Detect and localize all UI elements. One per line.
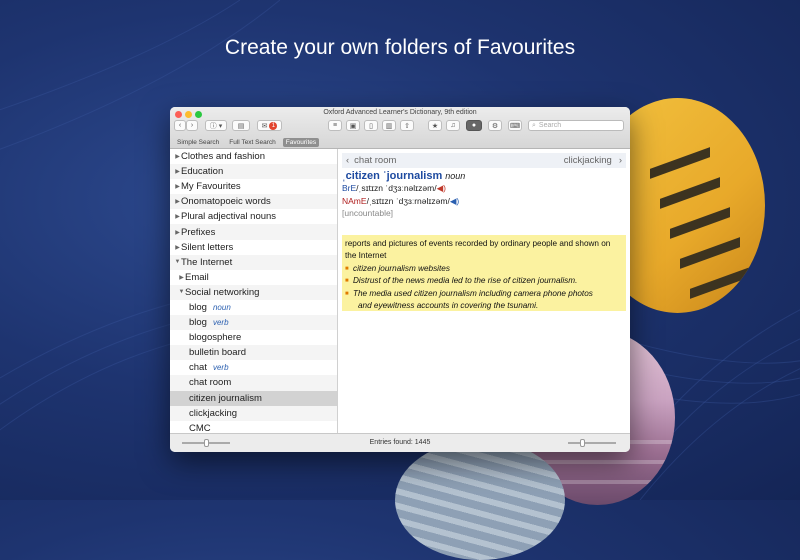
speaker-icon[interactable]: ◀)	[450, 196, 459, 206]
info-menu-button[interactable]: ⓘ ▾	[205, 120, 227, 131]
search-icon: ⌕	[532, 121, 536, 129]
folder-silent-letters[interactable]: ▶ Silent letters	[170, 240, 337, 255]
folder-education[interactable]: ▶ Education	[170, 164, 337, 180]
chevron-right-icon: ›	[618, 155, 622, 166]
list-item-selected[interactable]: citizen journalism	[170, 390, 337, 406]
search-field[interactable]: ⌕ Search	[528, 120, 624, 131]
list-item[interactable]: CMC	[170, 421, 337, 434]
folder-plural-adjectival-nouns[interactable]: ▶ Plural adjectival nouns	[170, 209, 337, 224]
list-item[interactable]: clickjacking	[170, 405, 337, 421]
forward-button[interactable]: ›	[186, 120, 198, 131]
mail-button[interactable]: ✉ 1	[257, 120, 282, 131]
stone-photo-circle	[395, 440, 565, 560]
keyboard-icon: ⌨	[509, 122, 521, 130]
disclosure-right-icon[interactable]: ▶	[178, 274, 185, 281]
part-of-speech: noun	[445, 171, 466, 181]
record-button[interactable]: ●	[466, 120, 482, 131]
pronunciation-name: NAmE/ˌsɪtɪzn ˈdʒɜːrnəlɪzəm/◀)	[342, 196, 460, 206]
disclosure-right-icon[interactable]: ▶	[174, 198, 181, 205]
columns-icon: ▤	[237, 122, 245, 130]
grammar-label: [uncountable]	[342, 208, 394, 218]
favourite-button[interactable]: ★	[428, 120, 442, 131]
definition-text: reports and pictures of events recorded …	[345, 239, 611, 261]
example-1: citizen journalism websites	[345, 263, 623, 276]
picture-button[interactable]: ▣	[346, 120, 360, 131]
tab-full-text-search[interactable]: Full Text Search	[226, 138, 278, 147]
folder-onomatopoeic-words[interactable]: ▶ Onomatopoeic words	[170, 194, 337, 210]
disclosure-right-icon[interactable]: ▶	[174, 229, 181, 236]
search-placeholder: Search	[538, 122, 562, 129]
tab-favourites[interactable]: Favourites	[282, 138, 320, 147]
list-button[interactable]: ≡	[328, 120, 342, 131]
example-3: The media used citizen journalism includ…	[345, 288, 623, 301]
star-icon: ★	[431, 122, 439, 130]
disclosure-down-icon[interactable]: ▼	[178, 289, 185, 295]
speaker-icon[interactable]: ◀)	[437, 183, 446, 193]
view-toggle-button[interactable]: ▤	[232, 120, 250, 131]
right-font-slider[interactable]	[568, 442, 616, 444]
list-icon: ≡	[332, 122, 338, 129]
disclosure-down-icon[interactable]: ▼	[174, 259, 181, 265]
folder-my-favourites[interactable]: ▶ My Favourites	[170, 179, 337, 194]
folder-prefixes[interactable]: ▶ Prefixes	[170, 224, 337, 240]
example-3-continued: and eyewitness accounts in covering the …	[358, 301, 539, 311]
list-item[interactable]: blogosphere	[170, 330, 337, 345]
app-window: Oxford Advanced Learner's Dictionary, 9t…	[170, 107, 630, 452]
keyboard-button[interactable]: ⌨	[508, 120, 522, 131]
disclosure-right-icon[interactable]: ▶	[174, 213, 181, 220]
trash-icon: ▥	[385, 122, 393, 130]
document-button[interactable]: ▯	[364, 120, 378, 131]
chevron-left-icon: ‹	[178, 122, 182, 129]
info-icon: ⓘ ▾	[209, 122, 223, 130]
notification-badge: 1	[269, 121, 278, 130]
next-entry-link[interactable]: clickjacking ›	[564, 155, 622, 166]
list-item[interactable]: chat room	[170, 375, 337, 391]
definition-box: reports and pictures of events recorded …	[342, 235, 626, 311]
entry-panel: ‹ chat room clickjacking › ˌcitizen ˈjourn…	[338, 149, 630, 434]
circle-icon: ●	[471, 122, 477, 129]
share-button[interactable]: ⇧	[400, 120, 414, 131]
share-icon: ⇧	[404, 122, 410, 130]
example-2: Distrust of the news media led to the ri…	[345, 275, 623, 288]
headphones-icon: ♫	[450, 122, 456, 129]
folder-social-networking[interactable]: ▼ Social networking	[170, 284, 337, 300]
list-item[interactable]: blog noun	[170, 300, 337, 315]
delete-button[interactable]: ▥	[382, 120, 396, 131]
list-item[interactable]: chat verb	[170, 360, 337, 375]
headword: ˌcitizen ˈjournalism noun	[342, 170, 466, 182]
disclosure-right-icon[interactable]: ▶	[174, 168, 181, 175]
entry-navigation: ‹ chat room clickjacking ›	[342, 153, 626, 168]
favourites-sidebar: ▶ Clothes and fashion ▶ Education ▶ My Favo…	[170, 149, 338, 434]
disclosure-right-icon[interactable]: ▶	[174, 153, 181, 160]
folder-clothes-and-fashion[interactable]: ▶ Clothes and fashion	[170, 149, 337, 164]
list-item[interactable]: blog verb	[170, 315, 337, 331]
toolbar: Oxford Advanced Learner's Dictionary, 9t…	[170, 107, 630, 149]
settings-button[interactable]: ⚙	[488, 120, 502, 131]
entries-count: Entries found: 1445	[369, 439, 431, 446]
list-item[interactable]: bulletin board	[170, 345, 337, 361]
search-tabs: Simple Search Full Text Search Favourite…	[174, 138, 320, 147]
chevron-left-icon: ‹	[346, 155, 350, 166]
gear-icon: ⚙	[491, 122, 499, 130]
window-title: Oxford Advanced Learner's Dictionary, 9t…	[323, 109, 477, 116]
mail-icon: ✉	[261, 122, 268, 130]
headline: Create your own folders of Favourites	[224, 36, 576, 59]
disclosure-right-icon[interactable]: ▶	[174, 183, 181, 190]
folder-email[interactable]: ▶ Email	[170, 270, 337, 285]
right-slider-knob[interactable]	[580, 439, 585, 447]
listen-button[interactable]: ♫	[446, 120, 460, 131]
image-icon: ▣	[349, 122, 357, 130]
status-bar: Entries found: 1445	[170, 433, 630, 452]
previous-entry-link[interactable]: ‹ chat room	[346, 155, 396, 166]
document-icon: ▯	[369, 122, 373, 130]
folder-the-internet[interactable]: ▼ The Internet	[170, 254, 337, 270]
tab-simple-search[interactable]: Simple Search	[174, 138, 222, 147]
chevron-right-icon: ›	[190, 122, 194, 129]
pronunciation-bre: BrE/ˌsɪtɪzn ˈdʒɜːnəlɪzəm/◀)	[342, 183, 446, 193]
disclosure-right-icon[interactable]: ▶	[174, 244, 181, 251]
back-button[interactable]: ‹	[174, 120, 186, 131]
